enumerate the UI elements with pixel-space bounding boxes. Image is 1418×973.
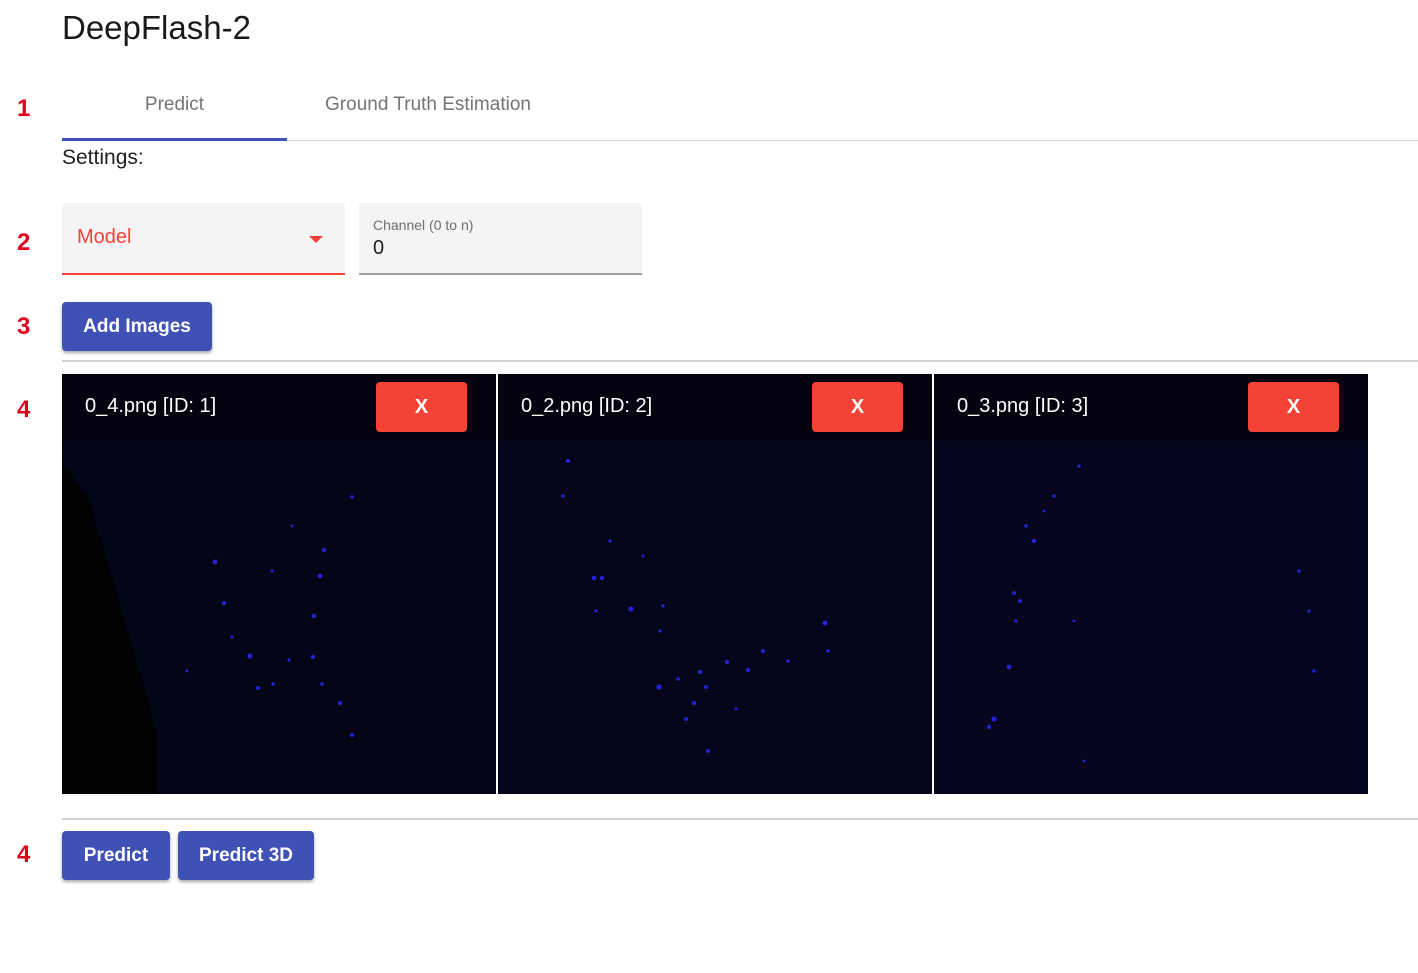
channel-field-label: Channel (0 to n) [373,217,474,233]
annotation-marker-2: 2 [17,229,31,256]
model-select-label: Model [77,226,132,248]
remove-image-button[interactable]: X [376,382,467,432]
image-preview [62,441,496,794]
add-images-button[interactable]: Add Images [62,302,212,351]
image-card-header: 0_3.png [ID: 3] X [934,374,1368,441]
remove-image-button[interactable]: X [812,382,903,432]
model-select[interactable]: Model [62,203,345,275]
image-card: 0_3.png [ID: 3] X [934,374,1368,794]
image-card: 0_4.png [ID: 1] X [62,374,496,794]
image-card-header: 0_2.png [ID: 2] X [498,374,932,441]
predict-3d-button[interactable]: Predict 3D [178,831,314,880]
image-title: 0_3.png [ID: 3] [957,395,1089,417]
image-preview [498,441,932,794]
predict-button[interactable]: Predict [62,831,170,880]
divider [62,360,1418,362]
image-title: 0_2.png [ID: 2] [521,395,653,417]
image-gallery: 0_4.png [ID: 1] X 0_2.png [ID: 2] X 0_3.… [62,374,1368,794]
image-card: 0_2.png [ID: 2] X [498,374,932,794]
tab-predict[interactable]: Predict [62,82,287,141]
image-preview [934,441,1368,794]
image-title: 0_4.png [ID: 1] [85,395,217,417]
annotation-marker-3: 3 [17,313,31,340]
divider [62,818,1418,820]
channel-input[interactable] [373,237,623,260]
tab-bar: Predict Ground Truth Estimation [62,82,1418,141]
remove-image-button[interactable]: X [1248,382,1339,432]
channel-field[interactable]: Channel (0 to n) [359,203,642,275]
caret-down-icon [309,236,323,243]
image-card-header: 0_4.png [ID: 1] X [62,374,496,441]
app-title: DeepFlash-2 [62,9,251,46]
annotation-marker-4b: 4 [17,841,31,868]
annotation-marker-1: 1 [17,95,31,122]
annotation-marker-4: 4 [17,396,31,423]
tab-ground-truth-estimation[interactable]: Ground Truth Estimation [287,82,569,138]
settings-label: Settings: [62,146,144,169]
